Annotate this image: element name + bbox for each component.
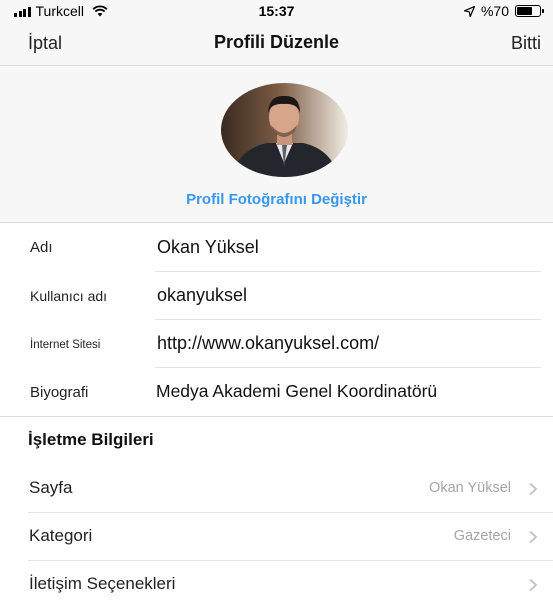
category-value: Gazeteci	[453, 528, 511, 544]
chevron-right-icon	[529, 578, 538, 592]
bio-row: Biyografi Medya Akademi Genel Koordinatö…	[0, 368, 553, 416]
status-bar: Turkcell 15:37 %70	[0, 0, 553, 22]
page-row[interactable]: Sayfa Okan Yüksel	[0, 465, 553, 513]
chevron-right-icon	[529, 530, 538, 544]
website-field[interactable]: http://www.okanyuksel.com/	[157, 333, 379, 354]
username-row: Kullanıcı adı okanyuksel	[0, 272, 553, 320]
website-row: İnternet Sitesi http://www.okanyuksel.co…	[0, 320, 553, 368]
name-row: Adı Okan Yüksel	[0, 224, 553, 272]
page-value: Okan Yüksel	[429, 480, 511, 496]
page-label: Sayfa	[29, 478, 73, 497]
location-arrow-icon	[463, 5, 475, 17]
bio-field[interactable]: Medya Akademi Genel Koordinatörü	[156, 381, 437, 402]
category-row[interactable]: Kategori Gazeteci	[0, 513, 553, 561]
page-title: Profili Düzenle	[213, 32, 339, 52]
change-profile-photo-link[interactable]: Profil Fotoğrafını Değiştir	[0, 191, 553, 208]
done-button[interactable]: Bitti	[511, 33, 541, 54]
battery-icon	[515, 5, 544, 17]
profile-form: Adı Okan Yüksel Kullanıcı adı okanyuksel…	[0, 224, 553, 416]
name-field[interactable]: Okan Yüksel	[157, 237, 259, 258]
battery-percent: %70	[480, 3, 509, 19]
section-divider	[0, 416, 553, 417]
navigation-bar: İptal Profili Düzenle Bitti	[0, 22, 553, 66]
username-field[interactable]: okanyuksel	[157, 285, 247, 306]
category-label: Kategori	[29, 526, 93, 545]
bio-label: Biyografi	[30, 384, 89, 401]
status-right: %70	[463, 3, 544, 19]
chevron-right-icon	[529, 482, 538, 496]
name-label: Adı	[30, 239, 53, 256]
contact-options-row[interactable]: İletişim Seçenekleri	[0, 561, 553, 609]
username-label: Kullanıcı adı	[30, 288, 108, 304]
profile-photo-section: Profil Fotoğrafını Değiştir	[0, 67, 553, 223]
battery-fill	[517, 7, 533, 15]
website-label: İnternet Sitesi	[30, 339, 101, 351]
avatar[interactable]	[221, 83, 348, 177]
contact-options-label: İletişim Seçenekleri	[29, 574, 176, 593]
business-info-header: İşletme Bilgileri	[28, 430, 154, 449]
